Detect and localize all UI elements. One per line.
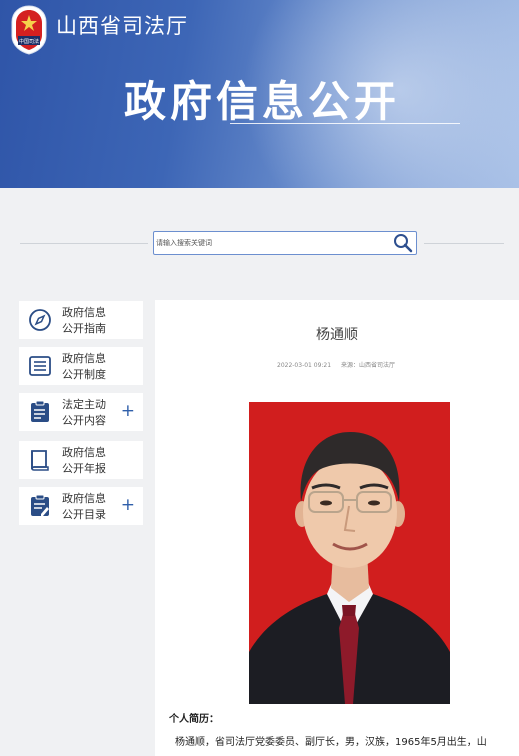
sidebar-item-guide[interactable]: 政府信息 公开指南 <box>19 301 143 339</box>
search-icon[interactable] <box>390 232 414 254</box>
portrait-illustration <box>249 402 450 704</box>
search-box <box>153 231 417 255</box>
bio-heading: 个人简历： <box>169 714 219 725</box>
compass-icon <box>29 309 51 331</box>
clipboard-edit-icon <box>31 494 49 516</box>
expand-plus-icon[interactable]: + <box>121 402 135 420</box>
sidebar-item-label: 政府信息 公开制度 <box>62 352 106 381</box>
sidebar-item-annual-report[interactable]: 政府信息 公开年报 <box>19 441 143 479</box>
expand-plus-icon[interactable]: + <box>121 496 135 514</box>
sidebar-item-system[interactable]: 政府信息 公开制度 <box>19 347 143 385</box>
portrait-photo <box>249 402 450 704</box>
article-panel: 杨通顺 2022-03-01 09:21 来源：山西省司法厅 个人简历： 杨通顺… <box>155 300 519 756</box>
site-name[interactable]: 山西省司法厅 <box>56 10 188 40</box>
article-date: 2022-03-01 09:21 <box>277 362 332 369</box>
clipboard-icon <box>31 400 49 422</box>
article-meta: 2022-03-01 09:21 来源：山西省司法厅 <box>277 360 403 369</box>
search-divider-left <box>20 243 148 244</box>
book-icon <box>31 450 49 471</box>
list-document-icon <box>29 356 51 376</box>
sidebar-item-label: 政府信息 公开目录 <box>62 492 106 521</box>
page-title: 政府信息公开 <box>124 77 401 126</box>
justice-emblem-logo: 中国司法 <box>11 5 47 55</box>
sidebar-item-label: 政府信息 公开年报 <box>62 446 106 475</box>
sidebar-item-content[interactable]: 法定主动 公开内容 + <box>19 393 143 431</box>
sidebar-item-label: 法定主动 公开内容 <box>62 398 106 427</box>
search-divider-right <box>424 243 504 244</box>
sidebar-item-catalog[interactable]: 政府信息 公开目录 + <box>19 487 143 525</box>
search-input[interactable] <box>156 234 384 252</box>
svg-text:中国司法: 中国司法 <box>19 38 39 45</box>
sidebar-item-label: 政府信息 公开指南 <box>62 306 106 335</box>
bio-text: 杨通顺，省司法厅党委委员、副厅长，男，汉族，1965年5月出生，山 <box>175 737 487 748</box>
article-source: 来源：山西省司法厅 <box>341 362 396 369</box>
article-title: 杨通顺 <box>316 327 358 343</box>
title-underline <box>230 123 460 124</box>
header-banner: 中国司法 山西省司法厅 政府信息公开 <box>0 0 519 188</box>
